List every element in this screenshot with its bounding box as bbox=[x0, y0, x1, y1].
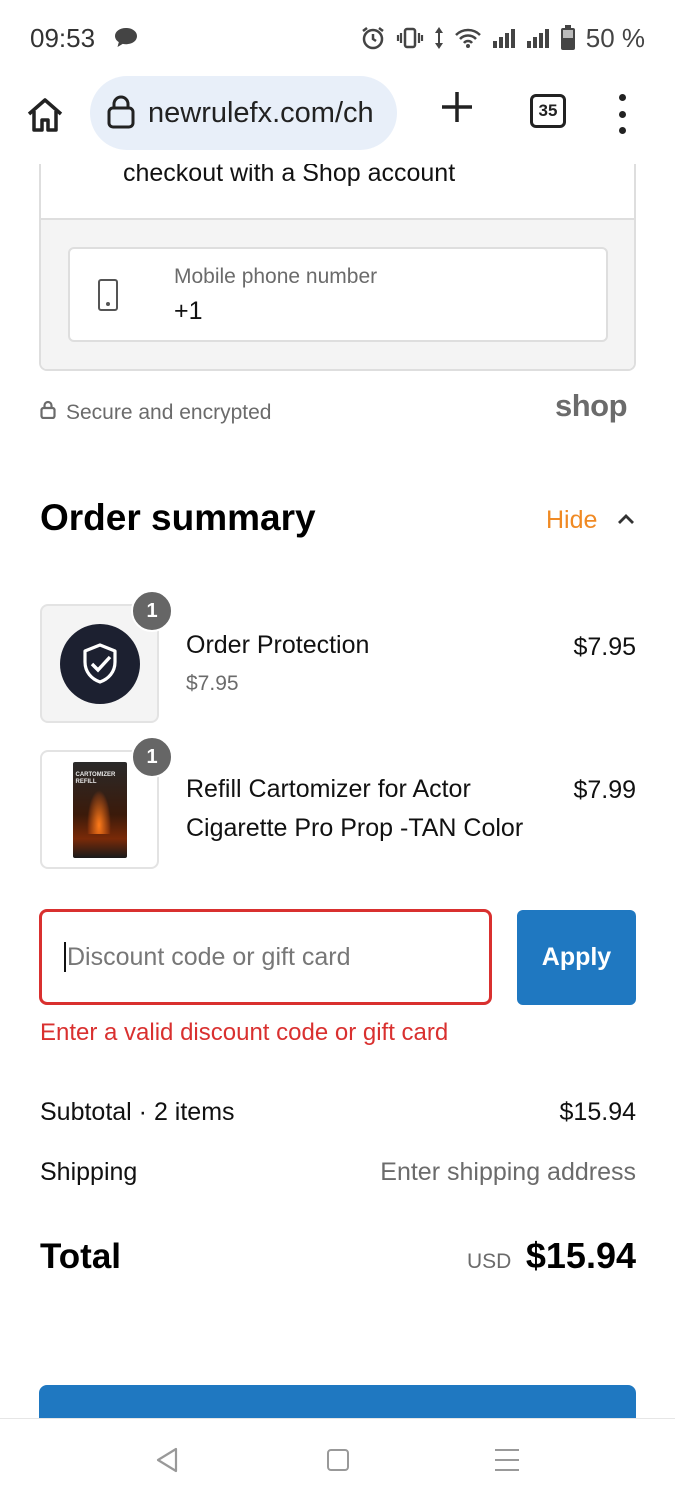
text-caret bbox=[64, 942, 66, 972]
recent-apps-icon[interactable] bbox=[495, 1449, 519, 1471]
new-tab-icon[interactable] bbox=[440, 90, 474, 124]
shop-logo: shop bbox=[555, 388, 628, 423]
cartomizer-box-image: CARTOMIZER REFILL bbox=[72, 761, 127, 858]
discount-placeholder: Discount code or gift card bbox=[67, 942, 351, 971]
status-right-icons: 50 % bbox=[360, 23, 645, 54]
chevron-up-icon[interactable] bbox=[616, 512, 636, 526]
url-text: newrulefx.com/ch bbox=[148, 96, 374, 129]
status-time: 09:53 bbox=[30, 22, 96, 53]
phone-field-value[interactable]: +1 bbox=[174, 297, 203, 326]
subtotal-label: Subtotal · 2 items bbox=[40, 1098, 235, 1126]
status-bar: 09:53 50 % bbox=[0, 0, 675, 76]
home-nav-icon[interactable] bbox=[327, 1449, 349, 1471]
item-name: Refill Cartomizer for Actor Cigarette Pr… bbox=[186, 775, 524, 842]
signal-icon bbox=[492, 27, 516, 49]
hide-summary-link[interactable]: Hide bbox=[546, 506, 597, 535]
system-navigation-bar bbox=[0, 1418, 675, 1500]
total-label: Total bbox=[40, 1237, 122, 1276]
order-summary-title: Order summary bbox=[40, 497, 316, 538]
order-item: CARTOMIZER REFILL 1 Refill Cartomizer fo… bbox=[40, 736, 636, 870]
subtotal-value: $15.94 bbox=[559, 1098, 636, 1126]
shop-account-box: checkout with a Shop account Mobile phon… bbox=[39, 164, 636, 371]
item-name: Order Protection bbox=[186, 631, 370, 659]
tab-count: 35 bbox=[538, 101, 558, 120]
shield-check-icon bbox=[60, 624, 140, 704]
phone-icon bbox=[98, 279, 118, 311]
data-arrows-icon bbox=[434, 26, 444, 50]
home-icon[interactable] bbox=[24, 94, 66, 136]
item-unit-price: $7.95 bbox=[186, 672, 239, 695]
quantity-badge: 1 bbox=[131, 736, 173, 778]
vibrate-icon bbox=[396, 27, 424, 49]
phone-field-label: Mobile phone number bbox=[174, 265, 378, 288]
total-value: $15.94 bbox=[525, 1235, 636, 1276]
lock-icon bbox=[40, 400, 56, 425]
alarm-icon bbox=[360, 25, 386, 51]
box-label: CARTOMIZER REFILL bbox=[75, 771, 116, 785]
shop-account-heading: checkout with a Shop account bbox=[123, 164, 456, 187]
tab-switcher-button[interactable]: 35 bbox=[530, 94, 566, 128]
wifi-icon bbox=[454, 27, 482, 49]
total-currency: USD bbox=[467, 1250, 512, 1273]
secure-text: Secure and encrypted bbox=[66, 400, 272, 424]
shipping-label: Shipping bbox=[40, 1158, 138, 1186]
back-icon[interactable] bbox=[155, 1447, 179, 1473]
secure-notice: Secure and encrypted bbox=[40, 400, 271, 425]
browser-toolbar: newrulefx.com/ch 35 bbox=[0, 76, 675, 164]
apply-button[interactable]: Apply bbox=[517, 910, 636, 1005]
signal-icon bbox=[526, 27, 550, 49]
battery-icon bbox=[560, 25, 576, 51]
shipping-value: Enter shipping address bbox=[380, 1158, 636, 1186]
order-item: 1 Order Protection $7.95 $7.95 bbox=[40, 590, 636, 724]
item-price: $7.95 bbox=[573, 633, 636, 661]
quantity-badge: 1 bbox=[131, 590, 173, 632]
more-menu-icon[interactable] bbox=[612, 94, 632, 134]
lock-icon bbox=[106, 93, 136, 134]
address-bar[interactable]: newrulefx.com/ch bbox=[90, 76, 397, 150]
discount-error-message: Enter a valid discount code or gift card bbox=[40, 1019, 449, 1046]
item-price: $7.99 bbox=[573, 776, 636, 804]
discount-code-input[interactable]: Discount code or gift card bbox=[39, 909, 492, 1005]
chat-bubble-icon bbox=[113, 26, 139, 50]
mobile-phone-field[interactable]: Mobile phone number +1 bbox=[68, 247, 608, 342]
battery-percent: 50 % bbox=[585, 22, 645, 53]
